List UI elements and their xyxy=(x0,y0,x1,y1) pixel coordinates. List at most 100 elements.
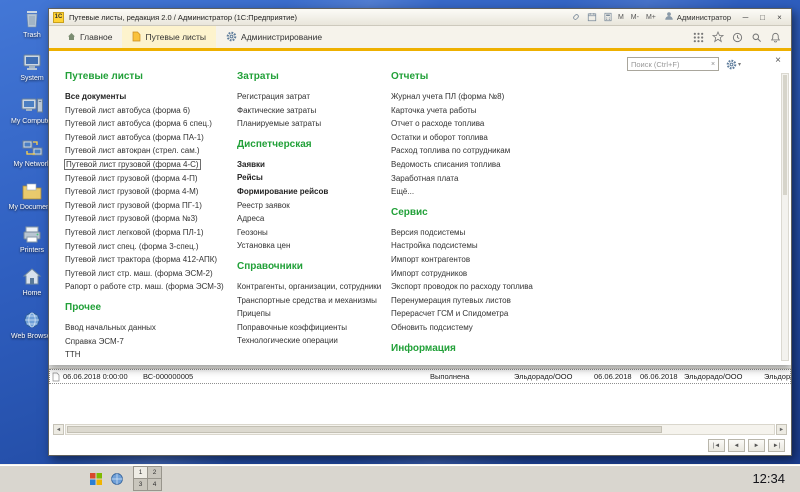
calendar-icon[interactable] xyxy=(587,12,598,23)
menu-item[interactable]: Фактические затраты xyxy=(237,106,316,115)
tab-main[interactable]: Главное xyxy=(57,26,122,48)
menu-item[interactable]: Путевой лист легковой (форма ПЛ-1) xyxy=(65,228,204,237)
star-icon[interactable] xyxy=(712,31,724,43)
scrollbar-track[interactable] xyxy=(65,424,775,435)
workspace-2[interactable]: 2 xyxy=(148,467,161,478)
memory-button[interactable]: М xyxy=(617,14,625,21)
menu-item[interactable]: Заявки xyxy=(237,160,265,169)
nav-last-icon[interactable]: ►| xyxy=(768,439,785,452)
menu-item[interactable]: Путевой лист грузовой (форма 4-М) xyxy=(65,187,198,196)
memory-button[interactable]: М+ xyxy=(645,14,657,21)
scroll-right-icon[interactable]: ► xyxy=(776,424,787,435)
menu-item[interactable]: Путевой лист грузовой (форма 4-С) xyxy=(65,160,200,169)
menu-item[interactable]: Путевой лист грузовой (форма №3) xyxy=(65,214,198,223)
menu-item[interactable]: Импорт сотрудников xyxy=(391,269,467,278)
menu-item[interactable]: Настройка подсистемы xyxy=(391,241,478,250)
menu-item[interactable]: Карточка учета работы xyxy=(391,106,477,115)
menu-item-row: Реестр заявок xyxy=(237,199,391,213)
menu-item[interactable]: Поправочные коэффициенты xyxy=(237,323,347,332)
menu-item[interactable]: Формирование рейсов xyxy=(237,187,328,196)
close-button[interactable]: × xyxy=(772,11,787,24)
menu-item[interactable]: Отчет о расходе топлива xyxy=(391,119,484,128)
search-clear-icon[interactable]: × xyxy=(708,61,718,68)
launcher-browser-icon[interactable] xyxy=(109,471,125,487)
maximize-button[interactable]: □ xyxy=(755,11,770,24)
memory-button[interactable]: М- xyxy=(630,14,640,21)
menu-item[interactable]: Ещё... xyxy=(391,187,414,196)
menu-item[interactable]: Путевой лист автобуса (форма ПА-1) xyxy=(65,133,204,142)
workspace-1[interactable]: 1 xyxy=(134,467,147,478)
search-icon[interactable] xyxy=(751,32,762,43)
nav-first-icon[interactable]: |◄ xyxy=(708,439,725,452)
titlebar[interactable]: 1С Путевые листы, редакция 2.0 / Админис… xyxy=(49,9,791,26)
menu-item[interactable]: Планируемые затраты xyxy=(237,119,321,128)
nav-prev-icon[interactable]: ◄ xyxy=(728,439,745,452)
menu-item[interactable]: Путевой лист автокран (стрел. сам.) xyxy=(65,146,200,155)
list-row[interactable]: 06.06.2018 0:00:00ВС-000000005ВыполненаЭ… xyxy=(49,369,791,384)
tab-administration[interactable]: Администрирование xyxy=(216,26,332,48)
start-menu-icon[interactable] xyxy=(88,471,104,487)
menu-item[interactable]: Рапорт о работе стр. маш. (форма ЭСМ-3) xyxy=(65,282,224,291)
menu-item[interactable]: Транспортные средства и механизмы xyxy=(237,296,377,305)
menu-item[interactable]: Прицепы xyxy=(237,309,271,318)
list-cell: 06.06.2018 xyxy=(594,372,640,381)
menu-item[interactable]: Путевой лист трактора (форма 412-АПК) xyxy=(65,255,217,264)
menu-item[interactable]: Адреса xyxy=(237,214,264,223)
menu-item[interactable]: Перерасчет ГСМ и Спидометра xyxy=(391,309,508,318)
menu-section: ПрочееВвод начальных данныхСправка ЭСМ-7… xyxy=(65,302,237,362)
current-user[interactable]: Администратор xyxy=(664,11,731,23)
menu-item[interactable]: Путевой лист грузовой (форма 4-П) xyxy=(65,174,198,183)
menu-item[interactable]: Справка ЭСМ-7 xyxy=(65,337,124,346)
menu-item[interactable]: Регистрация затрат xyxy=(237,92,310,101)
menu-item[interactable]: Перенумерация путевых листов xyxy=(391,296,511,305)
menu-item[interactable]: Заработная плата xyxy=(391,174,458,183)
menu-item[interactable]: Ведомость списания топлива xyxy=(391,160,501,169)
menu-item[interactable]: Версия подсистемы xyxy=(391,228,465,237)
scroll-left-icon[interactable]: ◄ xyxy=(53,424,64,435)
menu-item[interactable]: Путевой лист спец. (форма 3-спец.) xyxy=(65,242,199,251)
menu-item-row: Адреса xyxy=(237,212,391,226)
menu-item[interactable]: Расход топлива по сотрудникам xyxy=(391,146,510,155)
calculator-icon[interactable] xyxy=(603,12,614,23)
search-input[interactable] xyxy=(627,57,719,71)
menu-item[interactable]: Путевой лист автобуса (форма 6 спец.) xyxy=(65,119,212,128)
menu-item[interactable]: Экспорт проводок по расходу топлива xyxy=(391,282,533,291)
menu-item-row: Настройка подсистемы xyxy=(391,239,621,253)
menu-item[interactable]: Установка цен xyxy=(237,241,290,250)
menu-item-row: Установка цен xyxy=(237,239,391,253)
history-icon[interactable] xyxy=(732,32,743,43)
vertical-scrollbar[interactable] xyxy=(781,73,789,361)
menu-item[interactable]: Остатки и оборот топлива xyxy=(391,133,488,142)
menu-item[interactable]: Рейсы xyxy=(237,173,263,182)
menu-item[interactable]: Журнал учета ПЛ (форма №8) xyxy=(391,92,504,101)
function-menu-close-icon[interactable]: × xyxy=(775,56,781,66)
workspace-4[interactable]: 4 xyxy=(148,479,161,490)
menu-item-row: Остатки и оборот топлива xyxy=(391,131,621,145)
menu-item[interactable]: Импорт контрагентов xyxy=(391,255,470,264)
vertical-scrollbar-thumb[interactable] xyxy=(783,75,787,195)
menu-item[interactable]: Геозоны xyxy=(237,228,268,237)
menu-item[interactable]: Обновить подсистему xyxy=(391,323,473,332)
list-cell: 06.06.2018 0:00:00 xyxy=(63,372,143,381)
menu-item[interactable]: Технологические операции xyxy=(237,336,338,345)
menu-item[interactable]: Реестр заявок xyxy=(237,201,290,210)
search-settings-gear-icon[interactable]: ▾ xyxy=(726,59,741,70)
menu-item[interactable]: Путевой лист стр. маш. (форма ЭСМ-2) xyxy=(65,269,213,278)
menu-item-row: Поправочные коэффициенты xyxy=(237,321,391,335)
menu-item-row: Путевой лист легковой (форма ПЛ-1) xyxy=(65,226,237,240)
tab-waybills[interactable]: Путевые листы xyxy=(122,26,216,48)
menu-item[interactable]: Путевой лист автобуса (форма 6) xyxy=(65,106,190,115)
menu-item[interactable]: Контрагенты, организации, сотрудники xyxy=(237,282,381,291)
nav-next-icon[interactable]: ► xyxy=(748,439,765,452)
minimize-button[interactable]: ─ xyxy=(738,11,753,24)
menu-item[interactable]: ТТН xyxy=(65,350,81,359)
menu-item[interactable]: Путевой лист грузовой (форма ПГ-1) xyxy=(65,201,202,210)
notifications-icon[interactable] xyxy=(770,32,781,43)
scrollbar-thumb[interactable] xyxy=(67,426,662,433)
menu-item[interactable]: Все документы xyxy=(65,92,126,101)
grid-icon[interactable] xyxy=(693,32,704,43)
workspace-3[interactable]: 3 xyxy=(134,479,147,490)
link-icon[interactable] xyxy=(571,12,582,23)
tab-label: Путевые листы xyxy=(145,32,206,42)
menu-item[interactable]: Ввод начальных данных xyxy=(65,323,156,332)
